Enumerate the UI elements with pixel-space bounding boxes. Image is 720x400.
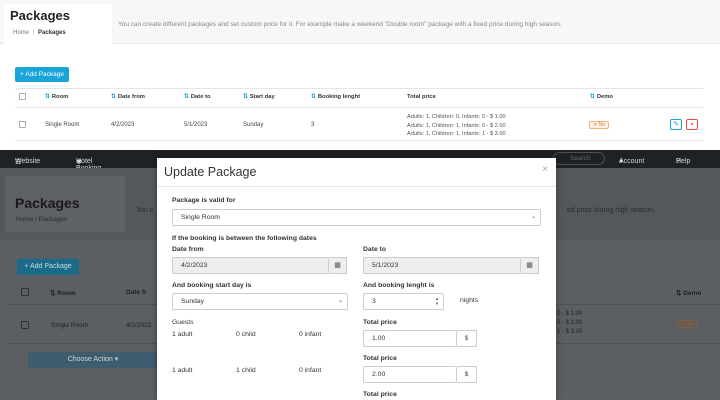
table-top-border	[15, 88, 703, 89]
page-title: Packages	[15, 195, 80, 211]
total-price-input[interactable]: 1.00	[363, 330, 457, 347]
choose-action-dropdown[interactable]: Choose Action ▾	[28, 352, 158, 368]
currency-addon: $	[457, 366, 477, 383]
row-checkbox[interactable]	[19, 121, 26, 128]
calendar-icon[interactable]: ▦	[329, 257, 347, 274]
column-total-price: Total price	[407, 94, 436, 100]
modal-header: Update Package ×	[157, 158, 556, 187]
booking-length-input[interactable]: 3	[363, 293, 444, 310]
total-price-label: Total price	[363, 391, 397, 398]
dates-label: If the booking is between the following …	[172, 235, 317, 242]
date-from-input[interactable]: 4/2/2023	[172, 257, 329, 274]
sort-icon: ⇅	[184, 94, 189, 100]
table-row-border	[15, 140, 703, 141]
trash-icon: ▪	[690, 121, 694, 128]
cell-date-from: 4/2/2023	[111, 122, 135, 128]
select-all-checkbox[interactable]	[21, 288, 29, 296]
packages-page-top: Packages Home / Packages You can create …	[0, 0, 720, 150]
breadcrumb: Home / Packages	[13, 30, 66, 36]
nights-label: nights	[460, 297, 479, 304]
booking-length-label: And booking lenght is	[363, 282, 435, 289]
chevron-down-icon: ⌄	[530, 214, 536, 220]
breadcrumb: Home / Packages	[16, 216, 68, 223]
start-day-label: And booking start day is	[172, 282, 252, 289]
page-title: Packages	[10, 8, 70, 23]
total-price-label: Total price	[363, 319, 397, 326]
page-header: Packages Home / Packages You can create …	[0, 0, 720, 44]
close-icon[interactable]: ×	[542, 164, 548, 175]
page-description-right: ed price during high season.	[567, 207, 655, 214]
cell-date-to: 5/1/2023	[184, 122, 208, 128]
guest-infant: 0 infant	[299, 367, 322, 374]
pencil-icon: ✎	[673, 121, 679, 128]
page-description-left: You c	[136, 207, 154, 214]
guest-adult: 1 adult	[172, 331, 193, 338]
total-price-input[interactable]: 2.00	[363, 366, 457, 383]
row-checkbox[interactable]	[21, 321, 29, 329]
calendar-icon[interactable]: ▦	[521, 257, 539, 274]
date-to-label: Date to	[363, 246, 387, 253]
stepper-arrows-icon[interactable]: ▲ ▼	[433, 296, 441, 306]
modal-title: Update Package	[164, 165, 257, 179]
breadcrumb-current: Packages	[38, 30, 66, 36]
sort-icon: ⇅	[45, 94, 50, 100]
breadcrumb-separator: /	[32, 30, 35, 36]
cell-price-2: 0 - $ 2.00	[557, 320, 583, 326]
cell-total-price: Adults: 1, Children: 0, Infants: 0 - $ 1…	[407, 114, 506, 137]
column-room[interactable]: ⇅ Room	[50, 289, 76, 297]
breadcrumb-home[interactable]: Home	[13, 30, 29, 36]
cell-date-from: 4/2/2023	[126, 322, 152, 329]
chevron-down-icon: ⌄	[337, 298, 343, 304]
column-start-day[interactable]: ⇅ Start day	[243, 94, 275, 100]
valid-for-label: Package is valid for	[172, 197, 236, 204]
date-from-label: Date from	[172, 246, 204, 253]
column-booking-length[interactable]: ⇅ Booking lenght	[311, 94, 360, 100]
column-date-to[interactable]: ⇅ Date to	[184, 94, 211, 100]
column-demo[interactable]: ⇅ Demo	[590, 94, 613, 100]
sort-icon: ⇅	[111, 94, 116, 100]
guest-infant: 0 infant	[299, 331, 322, 338]
column-demo[interactable]: ⇅ Demo	[676, 289, 701, 297]
total-price-label: Total price	[363, 355, 397, 362]
currency-addon: $	[457, 330, 477, 347]
demo-badge: ✕ No	[677, 320, 697, 328]
cell-start-day: Sunday	[243, 122, 264, 128]
cell-price-3: 1 - $ 3.00	[557, 329, 583, 335]
column-date-from[interactable]: ⇅ Date from	[111, 94, 145, 100]
page-description: You can create different packages and se…	[118, 21, 562, 28]
demo-badge: ✕ No	[589, 121, 609, 129]
add-package-button[interactable]: + Add Package	[17, 259, 79, 275]
guests-label: Guests	[172, 319, 194, 326]
sort-icon: ⇅	[243, 94, 248, 100]
cell-price-1: 0 - $ 1.00	[557, 311, 583, 317]
guest-child: 0 child	[236, 331, 256, 338]
guest-child: 1 child	[236, 367, 256, 374]
column-date-from[interactable]: Date fr	[126, 289, 147, 296]
delete-button[interactable]: ▪	[686, 119, 698, 130]
start-day-select[interactable]: Sunday ⌄	[172, 293, 348, 310]
date-to-input[interactable]: 5/1/2023	[363, 257, 521, 274]
add-package-button[interactable]: + Add Package	[15, 67, 69, 82]
cell-booking-length: 3	[311, 122, 315, 128]
edit-button[interactable]: ✎	[670, 119, 682, 130]
sort-icon: ⇅	[311, 94, 316, 100]
search-input[interactable]: Search	[553, 152, 605, 165]
cell-room: Single Room	[45, 122, 80, 128]
select-all-checkbox[interactable]	[19, 93, 26, 100]
room-select[interactable]: Single Room ⌄	[172, 209, 541, 226]
column-room[interactable]: ⇅ Room	[45, 94, 68, 100]
cell-room: Single Room	[51, 322, 89, 329]
update-package-modal: Update Package × Package is valid for Si…	[157, 158, 556, 400]
guest-adult: 1 adult	[172, 367, 193, 374]
sort-icon: ⇅	[590, 94, 595, 100]
table-header-border	[15, 107, 703, 108]
